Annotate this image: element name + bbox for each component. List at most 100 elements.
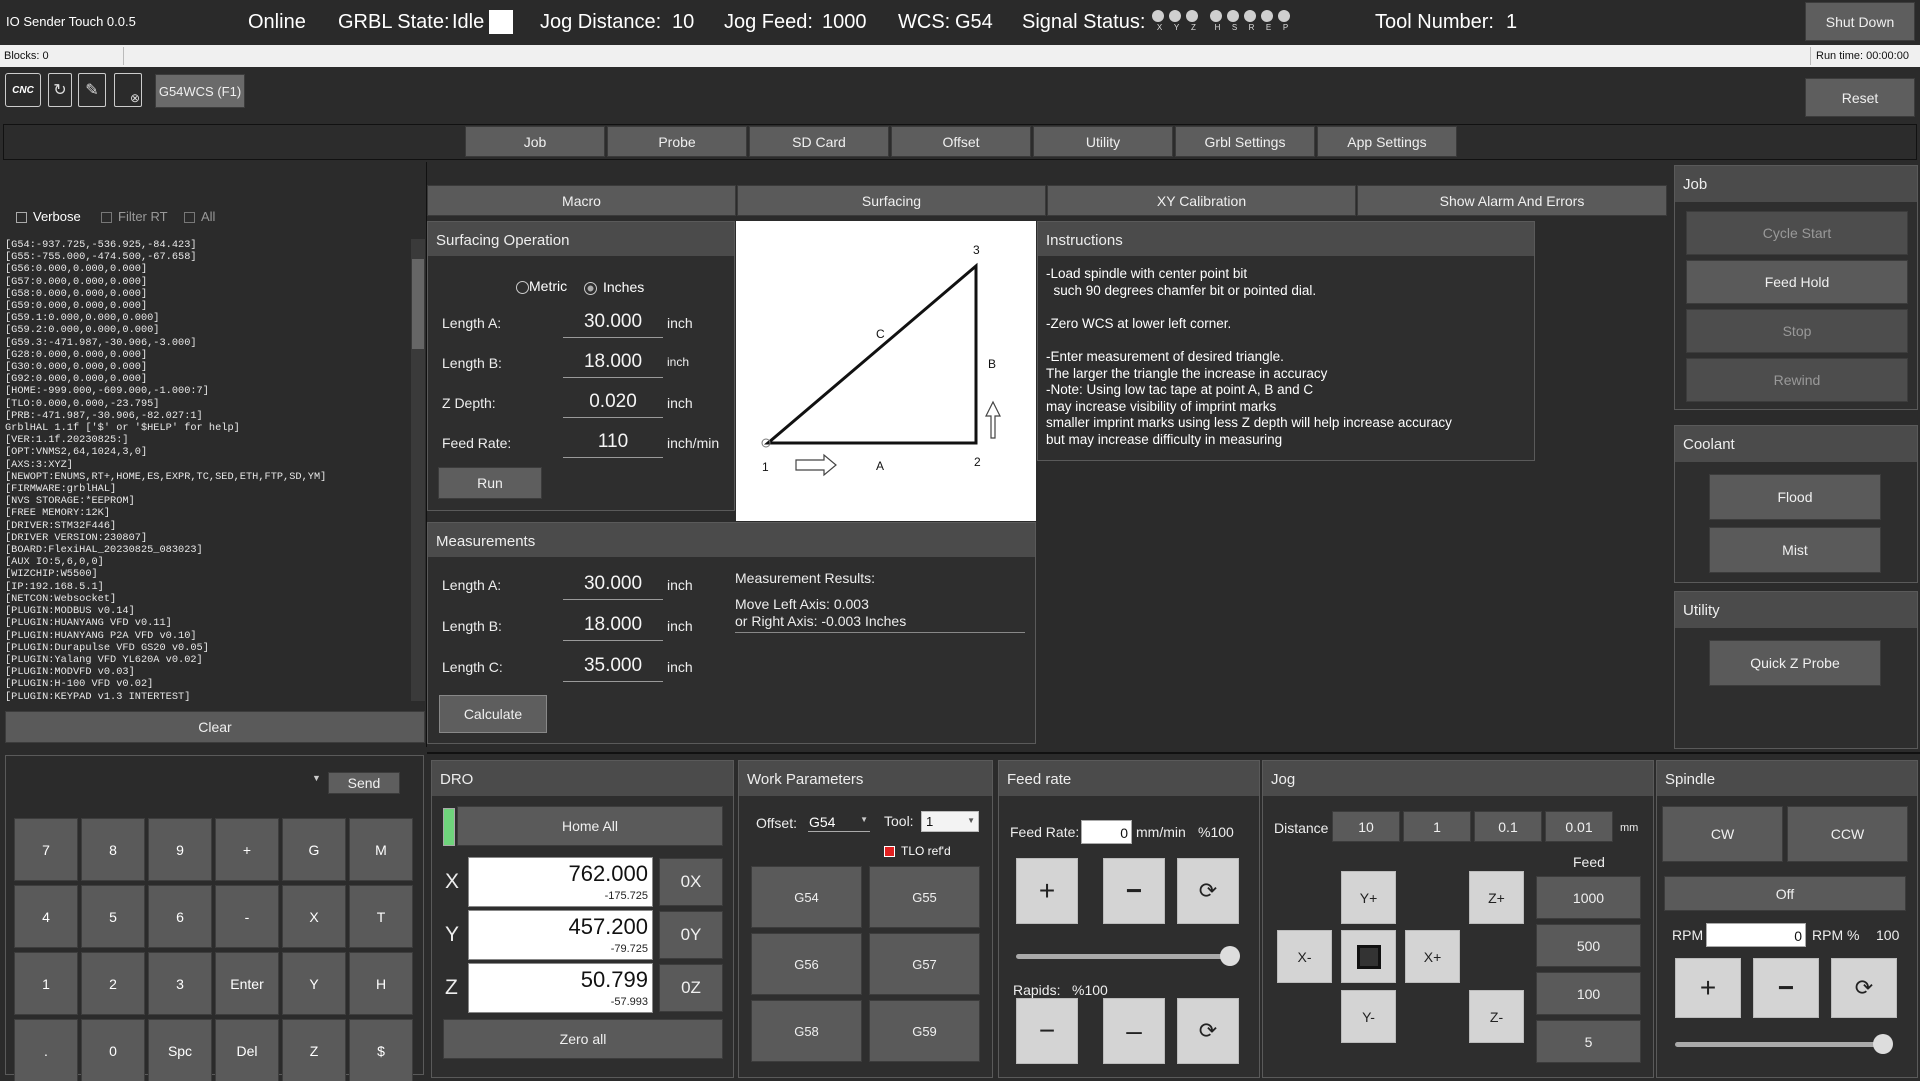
- subtab-macro[interactable]: Macro: [427, 185, 736, 216]
- spindle-off-button[interactable]: Off: [1664, 876, 1906, 911]
- feed-decrease-button[interactable]: −: [1103, 858, 1165, 924]
- mist-button[interactable]: Mist: [1709, 527, 1881, 573]
- jog-feed-button[interactable]: 5: [1536, 1020, 1641, 1063]
- jog-distance-button[interactable]: 1: [1403, 811, 1471, 842]
- home-all-button[interactable]: Home All: [457, 806, 723, 846]
- offset-select[interactable]: G54 ▼: [808, 812, 870, 832]
- tool-select[interactable]: 1 ▼: [921, 811, 979, 832]
- subtab-surfacing[interactable]: Surfacing: [737, 185, 1046, 216]
- tab-offset[interactable]: Offset: [891, 126, 1031, 157]
- tab-app-settings[interactable]: App Settings: [1317, 126, 1457, 157]
- keypad-key[interactable]: M: [349, 818, 413, 881]
- feed-reset-icon[interactable]: ⟳: [1177, 858, 1239, 924]
- keypad-key[interactable]: 1: [14, 952, 78, 1015]
- filter-rt-checkbox[interactable]: Filter RT: [101, 209, 168, 224]
- cnc-open-icon[interactable]: CNC: [5, 73, 41, 107]
- feed-increase-button[interactable]: +: [1016, 858, 1078, 924]
- keypad-key[interactable]: Del: [215, 1019, 279, 1081]
- jog-distance-button[interactable]: 10: [1332, 811, 1400, 842]
- command-dropdown-arrow[interactable]: ▼: [312, 773, 321, 783]
- scrollbar-thumb[interactable]: [412, 259, 424, 349]
- feed-rate-input[interactable]: 0: [1081, 820, 1132, 844]
- keypad-key[interactable]: G: [282, 818, 346, 881]
- feed-override-slider[interactable]: [1016, 954, 1230, 959]
- keypad-key[interactable]: Spc: [148, 1019, 212, 1081]
- keypad-key[interactable]: .: [14, 1019, 78, 1081]
- metric-radio[interactable]: Metric: [516, 278, 567, 294]
- dro-zero-axis-button[interactable]: 0X: [659, 858, 723, 906]
- keypad-key[interactable]: 6: [148, 885, 212, 948]
- rpm-input[interactable]: 0: [1706, 923, 1806, 947]
- rapids-decrease-button[interactable]: −: [1016, 998, 1078, 1064]
- wcs-button-g55[interactable]: G55: [869, 866, 980, 928]
- rpm-override-slider[interactable]: [1675, 1042, 1883, 1047]
- spindle-ccw-button[interactable]: CCW: [1787, 806, 1908, 862]
- keypad-key[interactable]: 7: [14, 818, 78, 881]
- keypad-key[interactable]: +: [215, 818, 279, 881]
- jog-stop-button[interactable]: [1341, 930, 1396, 983]
- dro-zero-axis-button[interactable]: 0Y: [659, 911, 723, 959]
- surfacing-field-input[interactable]: 30.000: [563, 311, 663, 338]
- jog-y-plus-button[interactable]: Y+: [1341, 871, 1396, 924]
- subtab-show-alarm[interactable]: Show Alarm And Errors: [1357, 185, 1667, 216]
- keypad-key[interactable]: 0: [81, 1019, 145, 1081]
- surfacing-field-input[interactable]: 110: [563, 431, 663, 458]
- stop-button[interactable]: Stop: [1686, 309, 1908, 353]
- jog-z-minus-button[interactable]: Z-: [1469, 990, 1524, 1043]
- shutdown-button[interactable]: Shut Down: [1805, 2, 1915, 41]
- tab-grbl-settings[interactable]: Grbl Settings: [1175, 126, 1315, 157]
- keypad-key[interactable]: Y: [282, 952, 346, 1015]
- all-checkbox[interactable]: All: [184, 209, 215, 224]
- verbose-checkbox[interactable]: Verbose: [16, 209, 81, 224]
- keypad-key[interactable]: 5: [81, 885, 145, 948]
- rapids-reset-icon[interactable]: ⟳: [1177, 998, 1239, 1064]
- jog-feed-button[interactable]: 100: [1536, 972, 1641, 1015]
- run-button[interactable]: Run: [438, 467, 542, 499]
- jog-y-minus-button[interactable]: Y-: [1341, 990, 1396, 1043]
- surfacing-field-input[interactable]: 18.000: [563, 351, 663, 378]
- tab-utility[interactable]: Utility: [1033, 126, 1173, 157]
- jog-x-minus-button[interactable]: X-: [1277, 930, 1332, 983]
- rpm-increase-button[interactable]: +: [1675, 958, 1741, 1018]
- wcs-button-g58[interactable]: G58: [751, 1000, 862, 1062]
- rpm-decrease-button[interactable]: −: [1753, 958, 1819, 1018]
- subtab-xy-calibration[interactable]: XY Calibration: [1047, 185, 1356, 216]
- send-button[interactable]: Send: [328, 772, 400, 794]
- spindle-cw-button[interactable]: CW: [1662, 806, 1783, 862]
- keypad-key[interactable]: Z: [282, 1019, 346, 1081]
- keypad-key[interactable]: T: [349, 885, 413, 948]
- rpm-reset-icon[interactable]: ⟳: [1831, 958, 1897, 1018]
- tab-job[interactable]: Job: [465, 126, 605, 157]
- flood-button[interactable]: Flood: [1709, 474, 1881, 520]
- surfacing-field-input[interactable]: 0.020: [563, 391, 663, 418]
- measurement-field-input[interactable]: 18.000: [563, 614, 663, 641]
- reset-button[interactable]: Reset: [1805, 78, 1915, 117]
- wcs-button-g56[interactable]: G56: [751, 933, 862, 995]
- jog-feed-button[interactable]: 1000: [1536, 876, 1641, 919]
- inches-radio[interactable]: Inches: [584, 279, 644, 295]
- keypad-key[interactable]: 9: [148, 818, 212, 881]
- tab-sd-card[interactable]: SD Card: [749, 126, 889, 157]
- edit-file-icon[interactable]: ✎: [78, 73, 106, 107]
- wcs-button-g54[interactable]: G54: [751, 866, 862, 928]
- keypad-key[interactable]: 4: [14, 885, 78, 948]
- keypad-key[interactable]: -: [215, 885, 279, 948]
- jog-feed-button[interactable]: 500: [1536, 924, 1641, 967]
- measurement-field-input[interactable]: 35.000: [563, 655, 663, 682]
- wcs-select-button[interactable]: G54WCS (F1): [155, 74, 245, 108]
- console-scrollbar[interactable]: [411, 239, 425, 701]
- feed-slider-thumb[interactable]: [1220, 946, 1240, 966]
- keypad-key[interactable]: H: [349, 952, 413, 1015]
- jog-x-plus-button[interactable]: X+: [1405, 930, 1460, 983]
- rapids-decrease-more-button[interactable]: –: [1103, 998, 1165, 1064]
- zero-all-button[interactable]: Zero all: [443, 1019, 723, 1059]
- tab-probe[interactable]: Probe: [607, 126, 747, 157]
- dro-zero-axis-button[interactable]: 0Z: [659, 964, 723, 1012]
- measurement-field-input[interactable]: 30.000: [563, 573, 663, 600]
- reload-file-icon[interactable]: ↻: [48, 73, 72, 107]
- jog-distance-button[interactable]: 0.1: [1474, 811, 1542, 842]
- keypad-key[interactable]: 2: [81, 952, 145, 1015]
- wcs-button-g59[interactable]: G59: [869, 1000, 980, 1062]
- keypad-key[interactable]: $: [349, 1019, 413, 1081]
- cycle-start-button[interactable]: Cycle Start: [1686, 211, 1908, 255]
